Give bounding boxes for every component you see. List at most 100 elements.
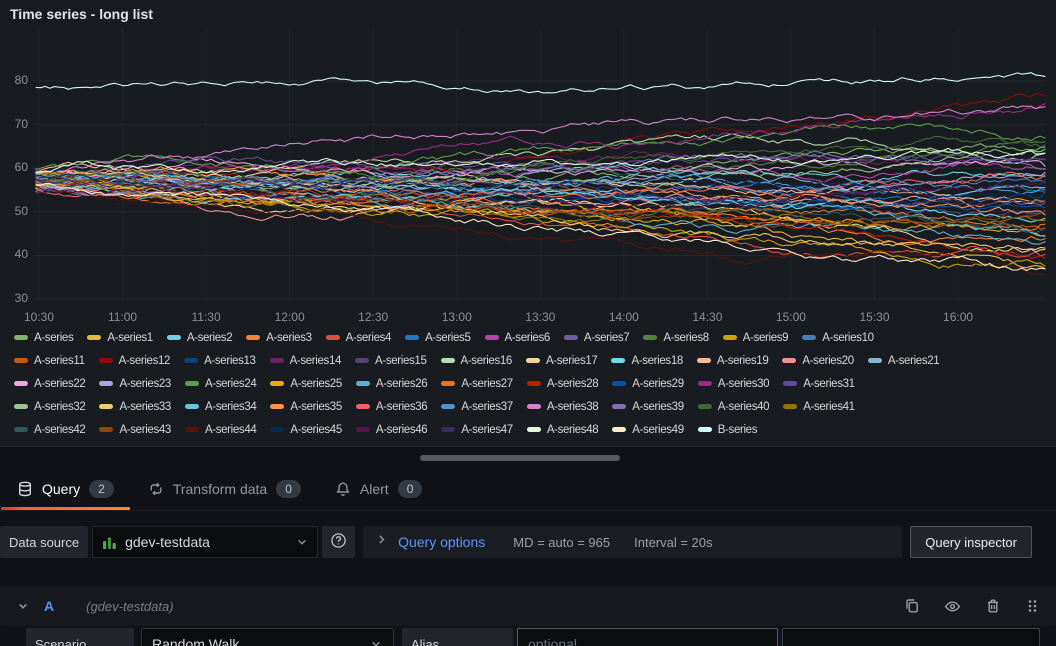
delete-query-trash-icon[interactable] — [985, 598, 1001, 614]
alias-input[interactable] — [517, 628, 778, 646]
interval-text: Interval = 20s — [634, 535, 712, 550]
legend-item[interactable]: A-series10 — [802, 332, 873, 344]
legend-item[interactable]: A-series48 — [527, 424, 598, 436]
series-color-swatch — [612, 427, 626, 432]
query-refid[interactable]: A — [44, 598, 54, 614]
legend-item[interactable]: A-series34 — [185, 401, 256, 413]
series-name-label: A-series20 — [802, 355, 853, 367]
tab-query[interactable]: Query 2 — [0, 468, 131, 510]
legend-item[interactable]: A-series15 — [355, 355, 426, 367]
series-color-swatch — [14, 335, 28, 340]
series-name-label: A-series45 — [290, 424, 341, 436]
legend-item[interactable]: A-series12 — [99, 355, 170, 367]
series-color-swatch — [698, 404, 712, 409]
series-color-swatch — [526, 358, 540, 363]
legend-item[interactable]: A-series6 — [485, 332, 550, 344]
legend-item[interactable]: A-series46 — [356, 424, 427, 436]
datasource-help-button[interactable] — [322, 526, 355, 558]
series-name-label: A-series4 — [346, 332, 391, 344]
duplicate-query-icon[interactable] — [904, 598, 920, 614]
y-tick-label: 70 — [2, 117, 28, 131]
legend-item[interactable]: A-series29 — [612, 378, 683, 390]
query-inspector-button[interactable]: Query inspector — [910, 526, 1032, 558]
series-color-swatch — [611, 358, 625, 363]
legend-item[interactable]: A-series18 — [611, 355, 682, 367]
legend-item[interactable]: A-series33 — [99, 401, 170, 413]
legend-item[interactable]: A-series14 — [270, 355, 341, 367]
legend-item[interactable]: A-series9 — [723, 332, 788, 344]
legend-item[interactable]: A-series13 — [184, 355, 255, 367]
tab-transform-label: Transform data — [173, 481, 267, 497]
legend-item[interactable]: B-series — [698, 424, 757, 436]
series-name-label: A-series — [34, 332, 73, 344]
legend-item[interactable]: A-series40 — [698, 401, 769, 413]
series-color-swatch — [723, 335, 737, 340]
legend-item[interactable]: A-series21 — [868, 355, 939, 367]
x-tick-label: 15:00 — [768, 310, 814, 324]
legend-item[interactable]: A-series41 — [783, 401, 854, 413]
testdata-logo-icon — [102, 535, 117, 550]
legend-item[interactable]: A-series20 — [782, 355, 853, 367]
legend-item[interactable]: A-series49 — [612, 424, 683, 436]
labels-input[interactable] — [782, 628, 1040, 646]
legend-item[interactable]: A-series24 — [185, 378, 256, 390]
legend-item[interactable]: A-series26 — [356, 378, 427, 390]
legend-item[interactable]: A-series32 — [14, 401, 85, 413]
legend-item[interactable]: A-series17 — [526, 355, 597, 367]
legend-item[interactable]: A-series2 — [167, 332, 232, 344]
x-tick-label: 15:30 — [852, 310, 898, 324]
datasource-picker[interactable]: gdev-testdata — [92, 526, 318, 558]
query-options-toggle[interactable]: Query options — [375, 533, 485, 551]
legend-item[interactable]: A-series28 — [527, 378, 598, 390]
legend-item[interactable]: A-series35 — [270, 401, 341, 413]
collapse-chevron-icon[interactable] — [16, 599, 30, 613]
legend-item[interactable]: A-series7 — [564, 332, 629, 344]
tab-alert[interactable]: Alert 0 — [318, 468, 439, 510]
series-color-swatch — [87, 335, 101, 340]
legend-item[interactable]: A-series27 — [441, 378, 512, 390]
tab-alert-count: 0 — [398, 480, 423, 498]
legend-item[interactable]: A-series5 — [405, 332, 470, 344]
legend-item[interactable]: A-series47 — [441, 424, 512, 436]
legend-item[interactable]: A-series8 — [643, 332, 708, 344]
series-color-swatch — [441, 404, 455, 409]
legend-item[interactable]: A-series11 — [14, 355, 85, 367]
hide-query-eye-icon[interactable] — [944, 598, 961, 615]
legend-item[interactable]: A-series25 — [270, 378, 341, 390]
legend-item[interactable]: A-series45 — [270, 424, 341, 436]
legend-item[interactable]: A-series43 — [99, 424, 170, 436]
timeseries-plot[interactable] — [0, 0, 1056, 328]
tab-transform-data[interactable]: Transform data 0 — [131, 468, 318, 510]
series-color-swatch — [14, 404, 28, 409]
legend-item[interactable]: A-series42 — [14, 424, 85, 436]
legend-item[interactable]: A-series1 — [87, 332, 152, 344]
query-row-header[interactable]: A (gdev-testdata) — [0, 586, 1056, 626]
legend-item[interactable]: A-series22 — [14, 378, 85, 390]
scenario-value: Random Walk — [152, 636, 239, 646]
legend-item[interactable]: A-series36 — [356, 401, 427, 413]
legend-item[interactable]: A-series — [14, 332, 73, 344]
legend: A-series A-series1 A-series2 A-series3 A-ser… — [14, 330, 1054, 445]
legend-item[interactable]: A-series23 — [99, 378, 170, 390]
series-name-label: A-series2 — [187, 332, 232, 344]
legend-item[interactable]: A-series19 — [697, 355, 768, 367]
x-tick-label: 13:00 — [434, 310, 480, 324]
drag-handle-icon[interactable] — [1025, 598, 1040, 614]
series-color-swatch — [270, 381, 284, 386]
legend-item[interactable]: A-series4 — [326, 332, 391, 344]
legend-item[interactable]: A-series31 — [783, 378, 854, 390]
legend-item[interactable]: A-series37 — [441, 401, 512, 413]
horizontal-scrollbar[interactable] — [420, 455, 620, 461]
chevron-right-icon — [375, 533, 388, 551]
legend-item[interactable]: A-series38 — [527, 401, 598, 413]
legend-item[interactable]: A-series3 — [246, 332, 311, 344]
legend-item[interactable]: A-series44 — [185, 424, 256, 436]
editor-tabbar: Query 2 Transform data 0 A — [0, 468, 1056, 511]
legend-item[interactable]: A-series30 — [698, 378, 769, 390]
legend-item[interactable]: A-series39 — [612, 401, 683, 413]
legend-item[interactable]: A-series16 — [441, 355, 512, 367]
scenario-select[interactable]: Random Walk — [141, 628, 394, 646]
series-name-label: A-series29 — [632, 378, 683, 390]
series-name-label: A-series8 — [663, 332, 708, 344]
series-name-label: A-series5 — [425, 332, 470, 344]
